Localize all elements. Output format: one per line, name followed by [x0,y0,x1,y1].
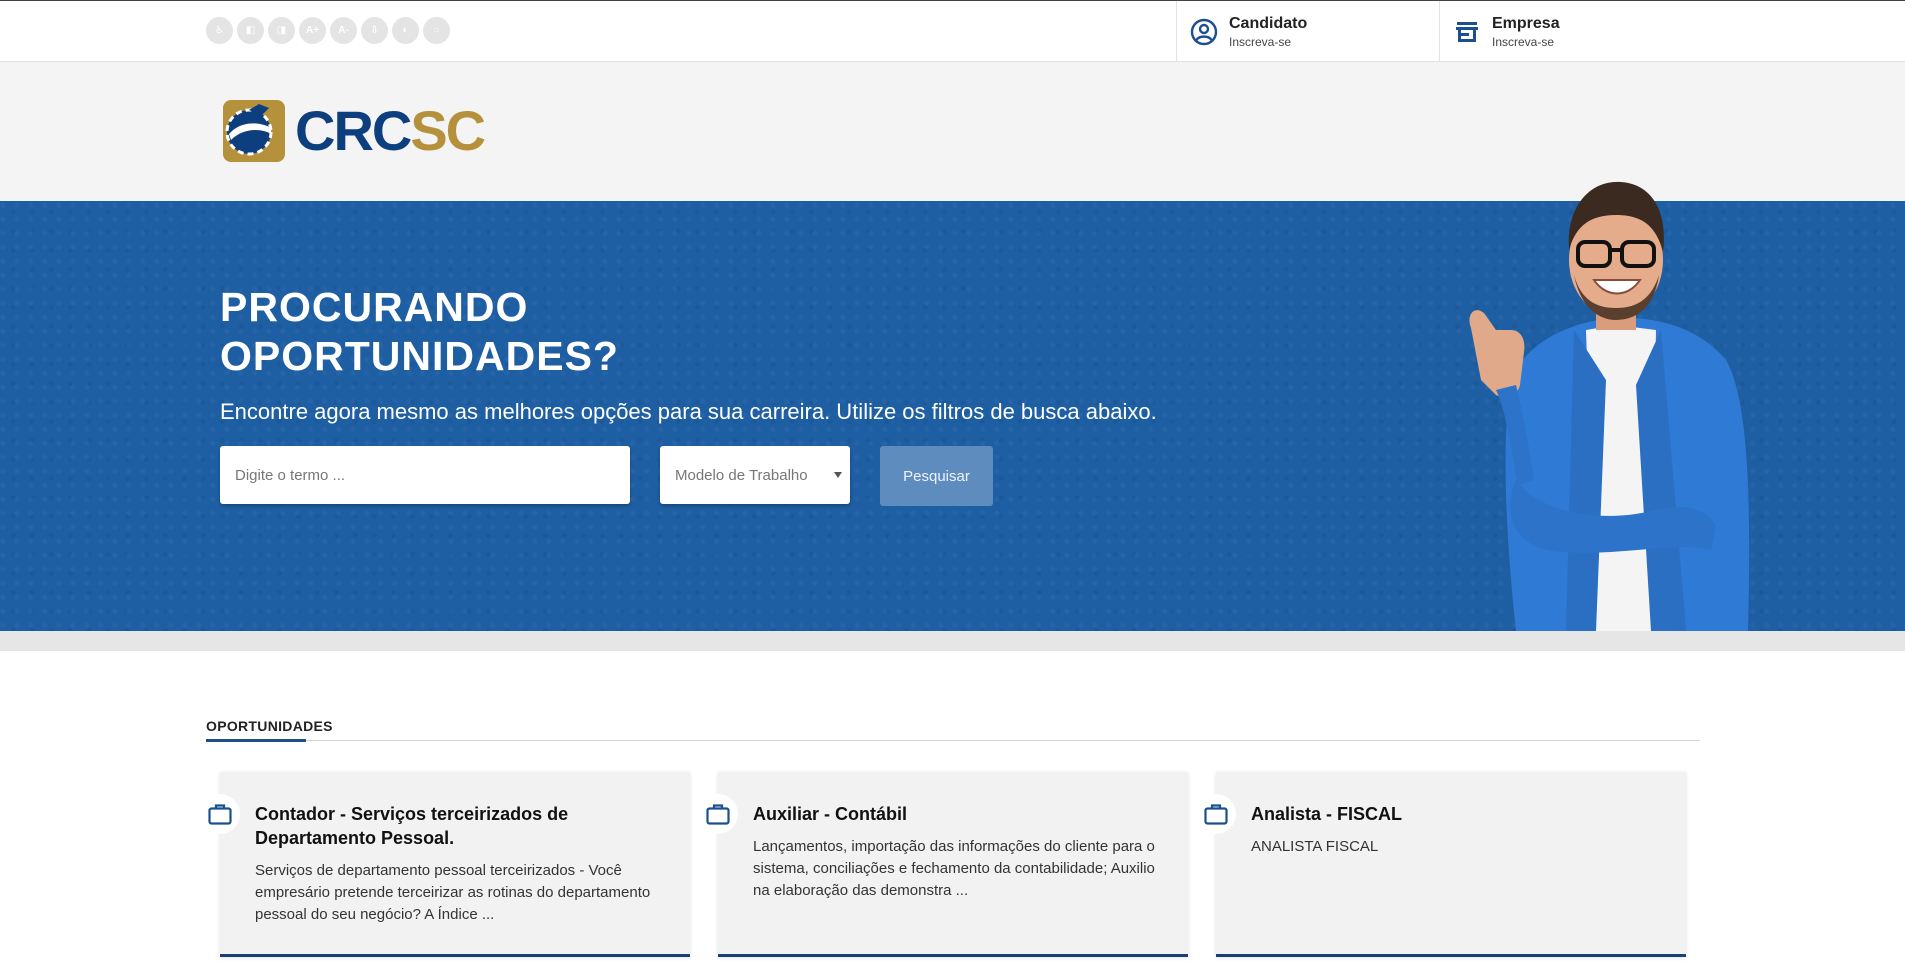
logo-text-crc: CRC [295,99,412,162]
opportunity-card[interactable]: Contador - Serviços terceirizados de Dep… [200,772,690,957]
candidate-title: Candidato [1229,14,1308,32]
crcsc-logo[interactable]: CRCSC [221,98,486,164]
opportunity-description: ANALISTA FISCAL [1251,838,1379,855]
logo-text-sc: SC [410,99,486,162]
contrast-icon[interactable]: ◐ [392,17,419,44]
opportunity-description: Lançamentos, importação das informações … [753,838,1155,899]
candidate-signup-link[interactable]: Candidato Inscreva-se [1176,1,1439,62]
font-increase-icon[interactable]: A+ [299,17,326,44]
work-model-select-label: Modelo de Trabalho [675,466,808,484]
briefcase-icon [698,794,738,834]
opportunities-underline [206,739,306,742]
crcsc-emblem-icon [223,100,285,162]
libras-icon[interactable]: ◧ [237,17,264,44]
briefcase-icon [200,794,240,834]
user-circle-icon [1189,17,1219,47]
logo-text: CRCSC [295,99,486,162]
reader-icon[interactable]: ◨ [268,17,295,44]
hero-title: PROCURANDO OPORTUNIDADES? [220,284,619,379]
search-button[interactable]: Pesquisar [880,446,993,506]
hero-bottom-strip [0,631,1905,651]
opportunity-title: Contador - Serviços terceirizados de Dep… [255,804,569,848]
opportunity-title: Analista - FISCAL [1251,804,1403,824]
accessibility-toolbar: ♿ ◧ ◨ A+ A- ⇩ ◐ ○ [206,17,450,44]
download-icon[interactable]: ⇩ [361,17,388,44]
opportunities-heading: OPORTUNIDADES [206,718,333,734]
company-subtitle: Inscreva-se [1492,34,1555,49]
opportunity-description: Serviços de departamento pessoal terceir… [255,862,651,923]
opportunity-card[interactable]: Auxiliar - Contábil Lançamentos, importa… [698,772,1188,957]
top-bar: ♿ ◧ ◨ A+ A- ⇩ ◐ ○ Candidato Inscreva-se Empresa… [0,0,1905,62]
reset-icon[interactable]: ○ [423,17,450,44]
opportunities-divider [206,740,1700,741]
accessibility-icon[interactable]: ♿ [206,17,233,44]
candidate-subtitle: Inscreva-se [1229,34,1292,49]
chevron-down-icon [834,472,842,478]
search-input[interactable] [220,446,630,504]
briefcase-icon [1196,794,1236,834]
opportunity-card[interactable]: Analista - FISCAL ANALISTA FISCAL [1196,772,1686,957]
smiling-man-image [1469,181,1750,631]
company-title: Empresa [1492,14,1560,32]
work-model-select[interactable]: Modelo de Trabalho [660,446,850,504]
store-icon [1452,17,1482,47]
opportunity-title: Auxiliar - Contábil [753,804,908,824]
font-decrease-icon[interactable]: A- [330,17,357,44]
hero-subtitle: Encontre agora mesmo as melhores opções … [220,399,1157,424]
company-signup-link[interactable]: Empresa Inscreva-se [1439,1,1739,62]
